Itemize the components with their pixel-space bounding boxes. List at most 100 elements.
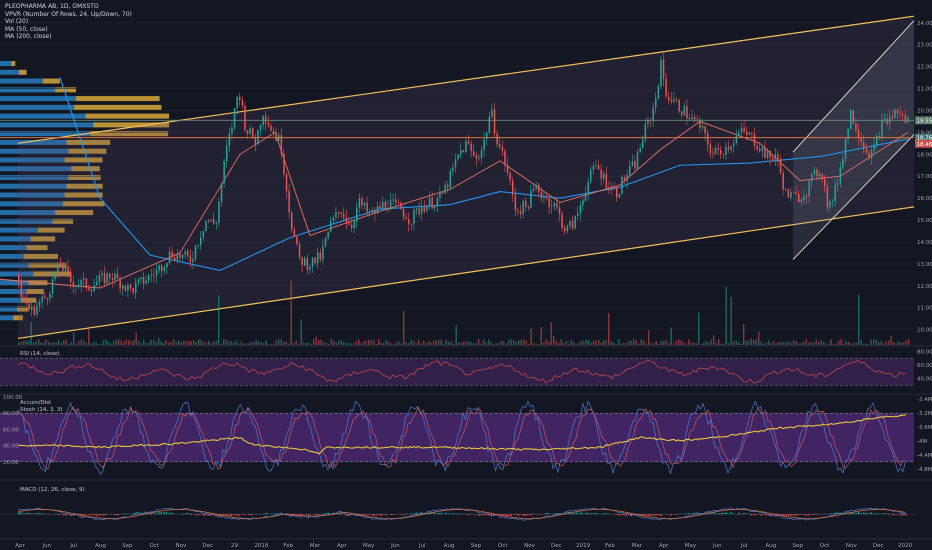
candle-body <box>181 254 184 258</box>
macd-histogram-bar <box>508 514 510 516</box>
indicator-ma50[interactable]: MA (50, close) <box>5 26 132 34</box>
volume-bar <box>460 342 462 345</box>
volume-bar <box>750 338 752 345</box>
volume-bar <box>430 342 432 345</box>
volume-bar <box>760 341 762 345</box>
macd-histogram-bar <box>233 514 235 516</box>
volume-bar <box>585 339 587 345</box>
candle-body <box>436 198 439 206</box>
volume-bar <box>848 341 850 345</box>
volume-bar <box>743 323 745 345</box>
x-tick-label: Dec <box>551 543 562 549</box>
accum-legend[interactable]: Accum/Dist <box>20 400 51 406</box>
volume-bar <box>410 339 412 345</box>
macd-histogram-bar <box>678 513 680 515</box>
volume-bar <box>595 340 597 345</box>
volume-bar <box>463 341 465 345</box>
candle-body <box>62 265 64 271</box>
y-tick-label: 12.00 <box>917 284 932 290</box>
macd-histogram-bar <box>830 513 833 515</box>
volume-bar <box>98 343 100 345</box>
macd-histogram-bar <box>603 512 605 515</box>
macd-histogram-bar <box>800 514 803 515</box>
volume-bar <box>888 340 890 345</box>
candle-body <box>421 207 423 214</box>
volume-bar <box>435 340 437 345</box>
candle-body <box>124 285 127 291</box>
volume-bar <box>570 339 572 345</box>
macd-histogram-bar <box>748 513 750 515</box>
y-tick-label: 20.00 <box>917 108 932 114</box>
candle-body <box>288 190 290 213</box>
candle-body <box>852 110 855 124</box>
macd-histogram-bar <box>370 514 373 515</box>
volume-bar <box>580 340 582 345</box>
volume-bar <box>383 342 385 345</box>
x-tick-label: Nov <box>846 543 857 549</box>
macd-histogram-bar <box>538 514 540 515</box>
macd-histogram-bar <box>240 514 243 515</box>
macd-histogram-bar <box>740 514 743 515</box>
volume-bar <box>148 342 150 345</box>
volume-bar <box>508 339 510 345</box>
volume-bar <box>708 342 710 345</box>
candle-body <box>707 133 709 145</box>
candle-body <box>613 187 615 189</box>
volume-bar <box>740 343 742 345</box>
macd-histogram-bar <box>555 513 558 515</box>
volume-bar <box>253 342 255 345</box>
rsi-legend[interactable]: RSI (14, close) <box>20 351 60 357</box>
volume-bar <box>795 340 797 345</box>
candle-body <box>896 109 899 114</box>
macd-histogram-bar <box>88 514 90 515</box>
volume-bar <box>338 340 340 345</box>
macd-histogram-bar <box>315 514 318 516</box>
trading-chart[interactable]: 24.0023.0022.0021.0020.0019.0018.0017.00… <box>0 0 932 550</box>
candle-body <box>434 205 436 209</box>
macd-histogram-bar <box>873 513 875 515</box>
volume-bar <box>255 340 257 345</box>
volume-bar <box>815 339 817 345</box>
x-tick-label: Jun <box>42 543 52 549</box>
volume-bar <box>855 342 857 345</box>
indicator-vol[interactable]: Vol (20) <box>5 18 132 26</box>
volume-bar <box>90 343 92 345</box>
volume-bar <box>135 332 137 345</box>
volume-bar <box>375 343 377 345</box>
volume-bar <box>555 340 557 345</box>
vp-up-bar <box>0 96 76 102</box>
volume-bar <box>363 341 365 345</box>
channel-fill <box>18 16 914 339</box>
trend-channel[interactable] <box>17 15 915 340</box>
macd-pane <box>0 507 914 521</box>
macd-histogram-bar <box>385 514 388 516</box>
macd-histogram-bar <box>815 514 818 515</box>
volume-bar <box>720 343 722 345</box>
candle-body <box>733 143 735 146</box>
volume-bar <box>693 342 695 345</box>
candle-body <box>265 116 267 124</box>
stoch-legend[interactable]: Stoch (14, 3, 3) <box>20 407 63 413</box>
macd-histogram-bar <box>790 514 793 516</box>
candle-body <box>205 220 207 231</box>
accum-tick-label: -4.4M <box>917 453 932 459</box>
candle-body <box>197 244 199 246</box>
volume-bar <box>323 342 325 345</box>
indicator-ma200[interactable]: MA (200, close) <box>5 33 132 41</box>
symbol-title[interactable]: PLEOPHARMA AB, 1D, OMXSTO <box>5 3 132 11</box>
candle-body <box>189 255 192 263</box>
macd-histogram-bar <box>228 514 230 516</box>
volume-bar <box>68 343 70 345</box>
indicator-vpvr[interactable]: VPVR (Number Of Rows, 24, Up/Down, 70) <box>5 11 132 19</box>
macd-legend[interactable]: MACD (12, 26, close, 9) <box>20 487 85 493</box>
volume-bar <box>85 342 87 345</box>
volume-bar <box>468 341 470 345</box>
volume-bar <box>673 343 675 345</box>
candle-body <box>426 205 428 212</box>
candle-body <box>387 207 389 210</box>
volume-bar <box>880 340 882 345</box>
volume-bar <box>723 343 725 345</box>
candle-body <box>111 277 114 281</box>
macd-histogram-bar <box>755 514 758 515</box>
volume-bar <box>698 312 700 345</box>
